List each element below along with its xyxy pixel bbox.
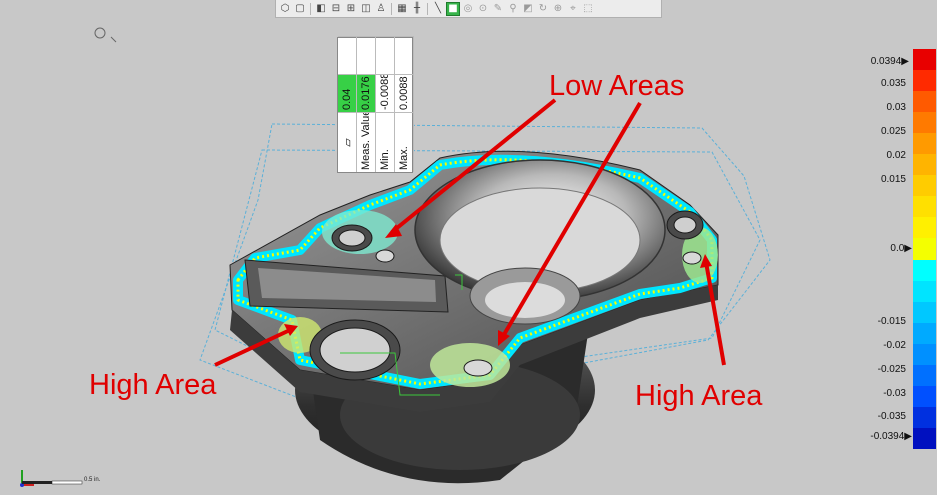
callout-empty-cell (395, 36, 414, 74)
legend-color-band (913, 91, 936, 113)
view-person-icon[interactable]: ♙ (374, 2, 388, 16)
legend-label: 0.02 (886, 150, 906, 161)
active-tool-icon[interactable]: ■ (446, 1, 460, 16)
legend-color-band (913, 322, 936, 345)
legend-color-band (913, 385, 936, 408)
legend-color-band (913, 112, 936, 134)
line-tool-icon[interactable]: ╲ (431, 2, 445, 16)
legend-label: 0.035 (880, 78, 906, 89)
toolbar-separator (427, 2, 428, 15)
legend-color-band (913, 196, 936, 218)
3d-viewport[interactable]: ⬡ ▢ ◧ ⊟ ⊞ ◫ ♙ ▦ ╫ ╲ ■ ◎ ⊙ ✎ ⚲ ◩ ↻ ⊕ ⌖ ⬚ … (0, 0, 937, 495)
align-tool-icon[interactable]: ╫ (410, 2, 424, 16)
high-area-right-label: High Area (635, 380, 763, 412)
callout-empty-cell (338, 36, 357, 74)
min-value: -0.0088 (376, 74, 395, 112)
view-side-icon[interactable]: ⊞ (344, 2, 358, 16)
view-front-icon[interactable]: ◧ (314, 2, 328, 16)
table-tool-icon[interactable]: ▦ (395, 2, 409, 16)
legend-min-marker: -0.0394▶ (870, 431, 912, 442)
callout-empty-cell (376, 36, 395, 74)
legend-color-band (913, 364, 936, 387)
legend-label: 0.025 (880, 126, 906, 137)
part-render[interactable] (0, 0, 937, 495)
scale-bar: 0.5 in. (8, 464, 128, 490)
rotate-tool-icon[interactable]: ↻ (536, 2, 550, 16)
legend-color-band (913, 217, 936, 239)
legend-zero-label: 0.0▶ (890, 243, 912, 254)
sphere-tool-icon[interactable]: ◎ (461, 2, 475, 16)
legend-label: 0.015 (880, 174, 906, 185)
view-top-icon[interactable]: ⊟ (329, 2, 343, 16)
deviation-color-legend (913, 49, 936, 450)
legend-color-band (913, 427, 936, 450)
legend-label: -0.035 (877, 411, 906, 422)
legend-color-band (913, 175, 936, 197)
trim-tool-icon[interactable]: ◩ (521, 2, 535, 16)
measurement-callout[interactable]: ▱ 0.04 Meas. Value 0.0176 Min. -0.0088 M… (337, 36, 414, 173)
legend-label: -0.03 (883, 388, 906, 399)
legend-color-band (913, 343, 936, 366)
edit-tool-icon[interactable]: ✎ (491, 2, 505, 16)
scale-bar-label: 0.5 in. (84, 477, 101, 483)
legend-label: 0.03 (886, 102, 906, 113)
legend-max-marker: 0.0394▶ (870, 56, 909, 67)
callout-empty-cell (357, 36, 376, 74)
legend-color-band (913, 406, 936, 429)
view-box-icon[interactable]: ▢ (293, 2, 307, 16)
flatness-symbol-icon: ▱ (338, 112, 357, 172)
toolbar-separator (391, 2, 392, 15)
legend-label: -0.02 (883, 340, 906, 351)
legend-color-band (913, 49, 936, 71)
legend-color-band (913, 259, 936, 282)
grid-tool-icon[interactable]: ⬚ (581, 2, 595, 16)
legend-color-band (913, 133, 936, 155)
inspect-tool-icon[interactable]: ⚲ (506, 2, 520, 16)
legend-color-band (913, 154, 936, 176)
point-tool-icon[interactable]: ⊙ (476, 2, 490, 16)
zoom-tool-icon[interactable]: ⊕ (551, 2, 565, 16)
legend-color-band (913, 70, 936, 92)
meas-value: 0.0176 (357, 74, 376, 112)
view-multi-icon[interactable]: ◫ (359, 2, 373, 16)
cursor-icon (94, 27, 117, 43)
legend-label: -0.015 (877, 316, 906, 327)
max-value: 0.0088 (395, 74, 414, 112)
scale-bar-graphic (22, 480, 83, 485)
legend-label: -0.025 (877, 364, 906, 375)
legend-color-band (913, 280, 936, 303)
snap-tool-icon[interactable]: ⌖ (566, 2, 580, 16)
tolerance-value: 0.04 (338, 74, 357, 112)
legend-color-band (913, 238, 936, 261)
high-area-left-label: High Area (89, 369, 217, 401)
low-areas-label: Low Areas (549, 70, 685, 102)
min-label: Min. (376, 112, 395, 172)
legend-color-band (913, 301, 936, 324)
toolbar-separator (310, 2, 311, 15)
meas-value-label: Meas. Value (357, 112, 376, 172)
view-iso-icon[interactable]: ⬡ (278, 2, 292, 16)
max-label: Max. (395, 112, 414, 172)
view-toolbar: ⬡ ▢ ◧ ⊟ ⊞ ◫ ♙ ▦ ╫ ╲ ■ ◎ ⊙ ✎ ⚲ ◩ ↻ ⊕ ⌖ ⬚ (275, 0, 662, 18)
